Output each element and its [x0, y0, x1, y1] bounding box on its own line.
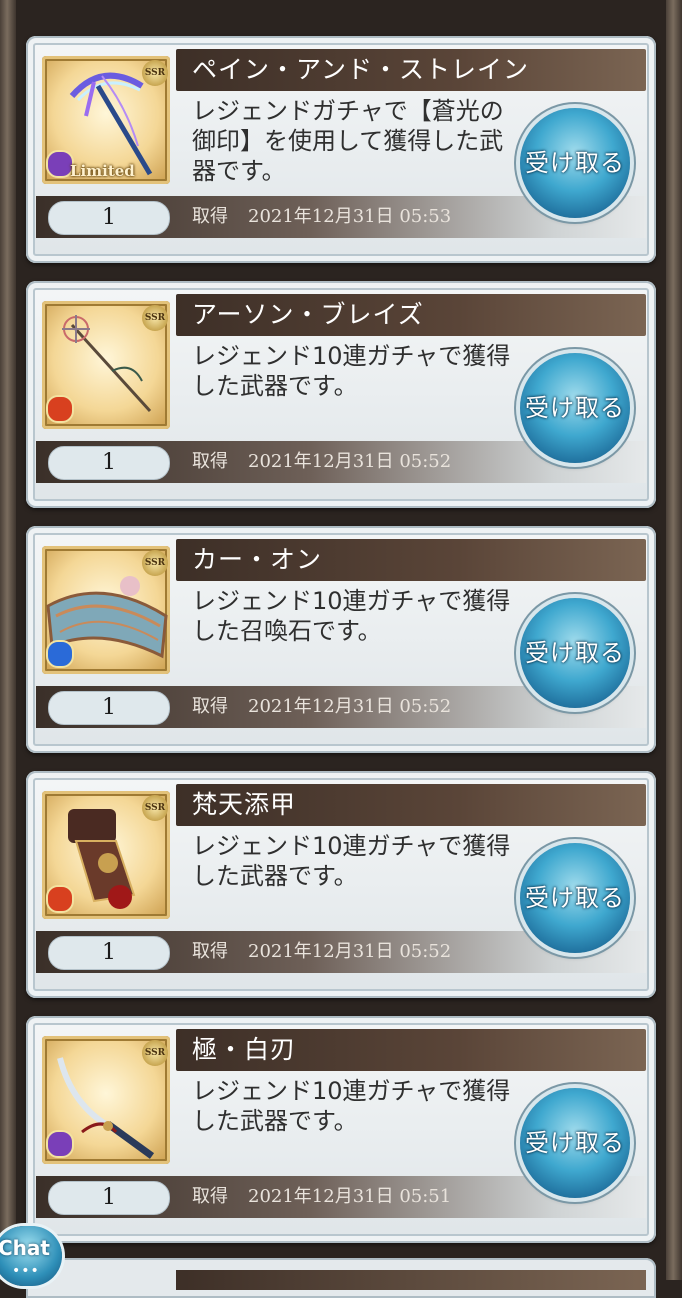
- rarity-badge: SSR: [142, 795, 168, 821]
- claim-button[interactable]: 受け取る: [520, 598, 630, 708]
- fire-element-icon: [46, 885, 74, 913]
- chat-button[interactable]: Chat •••: [0, 1226, 62, 1286]
- gift-list: ペイン・アンド・ストレイン レジェンドガチャで【蒼光の御印】を使用して獲得した武…: [0, 0, 682, 1298]
- acquired-label: 取得: [192, 941, 228, 962]
- acquired-date: 2021年12月31日 05:52: [248, 941, 452, 962]
- rarity-badge: SSR: [142, 60, 168, 86]
- rarity-badge: SSR: [142, 550, 168, 576]
- item-name: 極・白刃: [192, 1035, 297, 1064]
- gift-card: 梵天添甲 レジェンド10連ガチャで獲得した武器です。 1 取得 2021年12月…: [26, 771, 656, 998]
- acquired-label: 取得: [192, 696, 228, 717]
- quantity-badge: 1: [48, 201, 170, 235]
- fire-element-icon: [46, 395, 74, 423]
- gift-card: アーソン・ブレイズ レジェンド10連ガチャで獲得した武器です。 1 取得 202…: [26, 281, 656, 508]
- acquired-date: 2021年12月31日 05:52: [248, 696, 452, 717]
- quantity-badge: 1: [48, 691, 170, 725]
- gift-card: カー・オン レジェンド10連ガチャで獲得した召喚石です。 1 取得 2021年1…: [26, 526, 656, 753]
- acquired-date: 2021年12月31日 05:51: [248, 1186, 452, 1207]
- water-element-icon: [46, 640, 74, 668]
- item-description: レジェンド10連ガチャで獲得した召喚石です。: [192, 587, 511, 645]
- dark-element-icon: [46, 1130, 74, 1158]
- limited-badge: Limited: [70, 162, 135, 180]
- claim-button[interactable]: 受け取る: [520, 1088, 630, 1198]
- item-thumbnail[interactable]: SSR: [42, 301, 170, 429]
- item-thumbnail[interactable]: SSR: [42, 791, 170, 919]
- item-name: 梵天添甲: [192, 790, 297, 819]
- item-thumbnail[interactable]: SSR Limited: [42, 56, 170, 184]
- item-description: レジェンド10連ガチャで獲得した武器です。: [192, 832, 511, 890]
- rarity-badge: SSR: [142, 1040, 168, 1066]
- acquired-label: 取得: [192, 206, 228, 227]
- acquired-date: 2021年12月31日 05:53: [248, 206, 452, 227]
- quantity-badge: 1: [48, 446, 170, 480]
- chat-label: Chat: [0, 1236, 50, 1260]
- quantity-badge: 1: [48, 936, 170, 970]
- claim-button[interactable]: 受け取る: [520, 843, 630, 953]
- ellipsis-icon: •••: [12, 1263, 40, 1279]
- quantity-badge: 1: [48, 1181, 170, 1215]
- item-description: レジェンド10連ガチャで獲得した武器です。: [192, 342, 511, 400]
- gift-card-partial: [26, 1258, 656, 1298]
- gift-card: ペイン・アンド・ストレイン レジェンドガチャで【蒼光の御印】を使用して獲得した武…: [26, 36, 656, 263]
- item-name: アーソン・ブレイズ: [192, 300, 424, 329]
- item-description: レジェンドガチャで【蒼光の御印】を使用して獲得した武器です。: [192, 97, 504, 185]
- item-name: ペイン・アンド・ストレイン: [192, 55, 530, 84]
- item-thumbnail[interactable]: SSR: [42, 546, 170, 674]
- item-name: カー・オン: [192, 545, 323, 574]
- rarity-badge: SSR: [142, 305, 168, 331]
- acquired-date: 2021年12月31日 05:52: [248, 451, 452, 472]
- item-description: レジェンド10連ガチャで獲得した武器です。: [192, 1077, 511, 1135]
- claim-button[interactable]: 受け取る: [520, 353, 630, 463]
- acquired-label: 取得: [192, 451, 228, 472]
- gift-card: 極・白刃 レジェンド10連ガチャで獲得した武器です。 1 取得 2021年12月…: [26, 1016, 656, 1243]
- item-thumbnail[interactable]: SSR: [42, 1036, 170, 1164]
- acquired-label: 取得: [192, 1186, 228, 1207]
- claim-button[interactable]: 受け取る: [520, 108, 630, 218]
